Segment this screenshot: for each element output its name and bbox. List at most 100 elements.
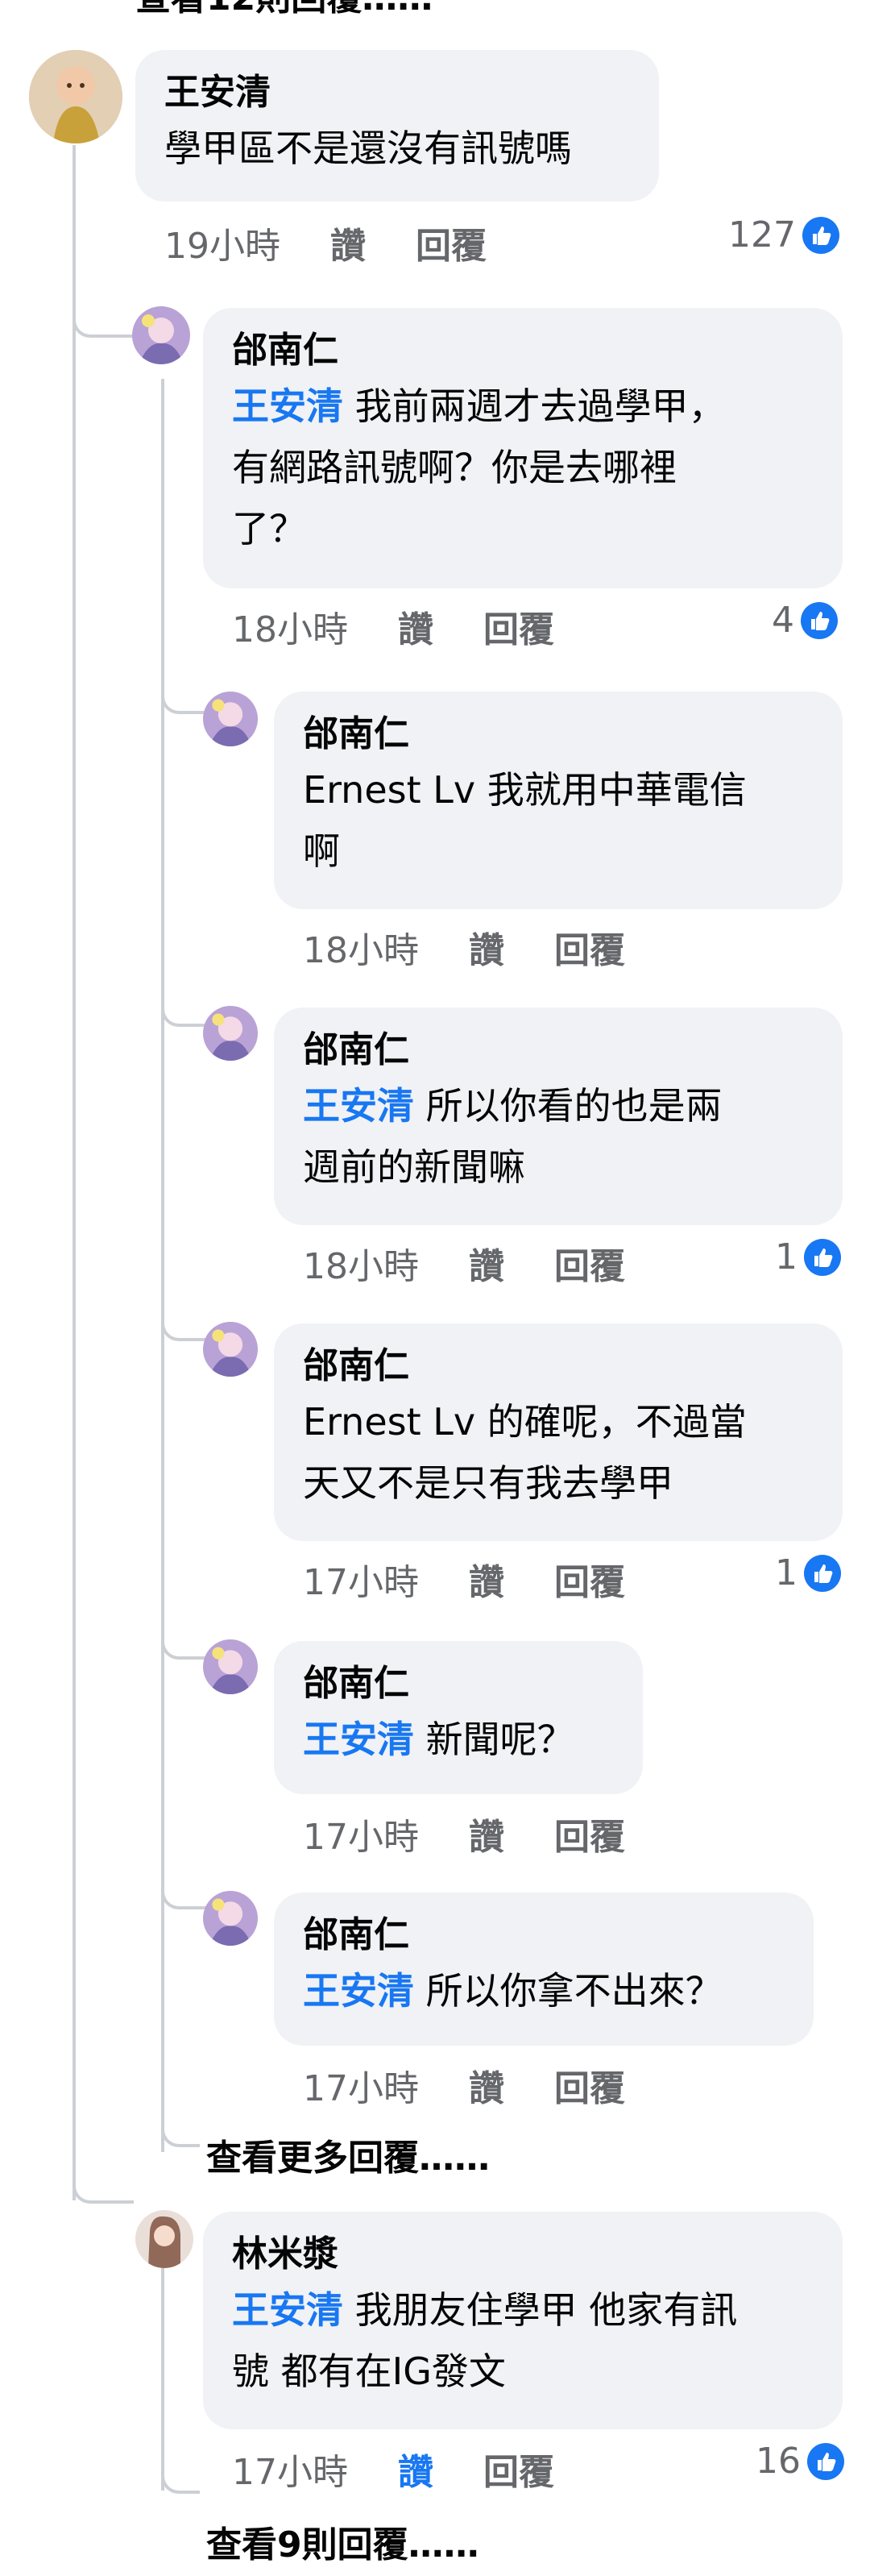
avatar-tai-4[interactable] [203, 1322, 258, 1377]
mention-link[interactable]: 王安清 [232, 384, 343, 428]
thread-connector-reply2 [161, 653, 209, 714]
comment-author[interactable]: 林米漿 [232, 2229, 815, 2279]
reply-time: 18小時 [303, 930, 419, 971]
view-9-replies-link[interactable]: 查看9則回覆…… [206, 2521, 479, 2570]
reply-button[interactable]: 回覆 [554, 927, 625, 975]
thread-line-main [72, 145, 76, 2200]
reply-author[interactable]: 邰南仁 [303, 709, 815, 759]
reaction-count: 16 [756, 2441, 801, 2482]
thread-connector-view9 [161, 2442, 200, 2494]
reply-bubble-2[interactable]: 邰南仁 Ernest Lv 我就用中華電信啊 [274, 692, 843, 909]
thumbs-up-icon [801, 602, 838, 639]
like-button[interactable]: 讚 [398, 606, 433, 654]
like-button[interactable]: 讚 [469, 1814, 504, 1862]
thumbs-up-icon [804, 1239, 841, 1276]
reply-time: 18小時 [303, 1246, 419, 1287]
avatar-tai-5[interactable] [203, 1639, 258, 1694]
reply-author[interactable]: 邰南仁 [303, 1025, 815, 1075]
reaction-count: 127 [728, 214, 796, 256]
reply-button[interactable]: 回覆 [483, 606, 554, 654]
mention-link[interactable]: 王安清 [303, 1084, 414, 1128]
cartoon-avatar-icon [203, 692, 258, 746]
view-replies-link-top[interactable]: 查看12則回覆…… [135, 0, 433, 23]
reply-author[interactable]: 邰南仁 [232, 326, 815, 376]
comment-meta-wang: 19小時 讚 回覆 [164, 222, 487, 271]
like-button[interactable]: 讚 [469, 1243, 504, 1291]
comment-time: 19小時 [164, 226, 280, 267]
cartoon-avatar-icon [203, 1322, 258, 1377]
reaction-count-reply4[interactable]: 1 [775, 1549, 841, 1596]
like-button[interactable]: 讚 [330, 222, 366, 271]
reaction-count: 1 [775, 1236, 798, 1278]
comment-bubble-wang[interactable]: 王安清 學甲區不是還沒有訊號嗎 [135, 50, 659, 202]
cartoon-avatar-icon [203, 1639, 258, 1694]
comment-bubble-lin[interactable]: 林米漿 王安清 我朋友住學甲 他家有訊號 都有在IG發文 [203, 2212, 843, 2429]
reply-bubble-5[interactable]: 邰南仁 王安清 新聞呢？ [274, 1641, 643, 1794]
thread-connector-more [161, 2096, 200, 2147]
thread-connector-reply5 [161, 1600, 209, 1660]
reply-time: 17小時 [303, 2068, 419, 2109]
thumbs-up-icon [807, 2443, 844, 2480]
reply-time: 18小時 [232, 609, 348, 650]
comment-text: 學甲區不是還沒有訊號嗎 [164, 127, 572, 170]
mention-link[interactable]: 王安清 [303, 1718, 414, 1761]
reply-button[interactable]: 回覆 [554, 1814, 625, 1862]
reply-button[interactable]: 回覆 [554, 1559, 625, 1607]
reply-text: 王安清 所以你拿不出來？ [303, 1969, 723, 2013]
avatar-wang[interactable] [29, 50, 122, 143]
reply-bubble-1[interactable]: 邰南仁 王安清 我前兩週才去過學甲， 有網路訊號啊？你是去哪裡 了？ [203, 308, 843, 588]
thumbs-up-icon [804, 1555, 841, 1592]
comment-author[interactable]: 王安清 [164, 68, 632, 118]
like-button[interactable]: 讚 [469, 1559, 504, 1607]
thread-connector-reply1 [72, 286, 134, 338]
reply-text: Ernest Lv 的確呢，不過當 天又不是只有我去學甲 [303, 1400, 747, 1505]
avatar-lin[interactable] [135, 2210, 193, 2268]
thread-connector-reply3 [161, 967, 209, 1027]
mention-link[interactable]: 王安清 [303, 1969, 414, 2013]
mention-link[interactable]: 王安清 [232, 2288, 343, 2332]
reply-author[interactable]: 邰南仁 [303, 1910, 786, 1960]
reply-time: 17小時 [303, 1562, 419, 1603]
like-button[interactable]: 讚 [469, 927, 504, 975]
like-button[interactable]: 讚 [469, 2065, 504, 2113]
reply-meta-2: 18小時 讚 回覆 [303, 927, 625, 975]
reply-text: Ernest Lv 我就用中華電信啊 [303, 768, 747, 873]
cartoon-avatar-icon [203, 1006, 258, 1061]
thread-connector-reply6 [161, 1850, 209, 1909]
comment-meta-lin: 17小時 讚 回覆 [232, 2449, 554, 2497]
thumbs-up-icon [802, 217, 839, 254]
reply-button[interactable]: 回覆 [554, 2065, 625, 2113]
cartoon-avatar-icon [132, 306, 190, 364]
reply-button[interactable]: 回覆 [416, 222, 487, 271]
thread-connector-lin [72, 2144, 134, 2204]
avatar-tai-3[interactable] [203, 1006, 258, 1061]
reaction-count-reply3[interactable]: 1 [775, 1233, 841, 1280]
reply-meta-5: 17小時 讚 回覆 [303, 1814, 625, 1862]
avatar-tai-1[interactable] [132, 306, 190, 364]
comment-time: 17小時 [232, 2452, 348, 2493]
reply-author[interactable]: 邰南仁 [303, 1341, 815, 1391]
reply-author[interactable]: 邰南仁 [303, 1659, 615, 1709]
baby-photo-icon [29, 50, 122, 143]
reply-button[interactable]: 回覆 [483, 2449, 554, 2497]
reaction-count-reply1[interactable]: 4 [772, 596, 838, 643]
reply-text: 王安清 新聞呢？ [303, 1718, 574, 1761]
reply-meta-3: 18小時 讚 回覆 [303, 1243, 625, 1291]
like-button-active[interactable]: 讚 [398, 2449, 433, 2497]
reply-bubble-3[interactable]: 邰南仁 王安清 所以你看的也是兩 週前的新聞嘛 [274, 1008, 843, 1225]
reaction-count: 4 [772, 600, 794, 641]
cartoon-avatar-icon [203, 1891, 258, 1946]
reply-text: 王安清 所以你看的也是兩 週前的新聞嘛 [303, 1084, 723, 1189]
reply-button[interactable]: 回覆 [554, 1243, 625, 1291]
reply-bubble-6[interactable]: 邰南仁 王安清 所以你拿不出來？ [274, 1893, 814, 2046]
avatar-tai-2[interactable] [203, 692, 258, 746]
reply-bubble-4[interactable]: 邰南仁 Ernest Lv 的確呢，不過當 天又不是只有我去學甲 [274, 1323, 843, 1541]
profile-photo-icon [135, 2210, 193, 2268]
avatar-tai-6[interactable] [203, 1891, 258, 1946]
reply-meta-4: 17小時 讚 回覆 [303, 1559, 625, 1607]
reply-meta-6: 17小時 讚 回覆 [303, 2065, 625, 2113]
reply-time: 17小時 [303, 1817, 419, 1858]
reaction-count-wang[interactable]: 127 [728, 211, 839, 258]
view-more-replies-link[interactable]: 查看更多回覆…… [206, 2134, 490, 2183]
reaction-count-lin[interactable]: 16 [756, 2437, 844, 2484]
